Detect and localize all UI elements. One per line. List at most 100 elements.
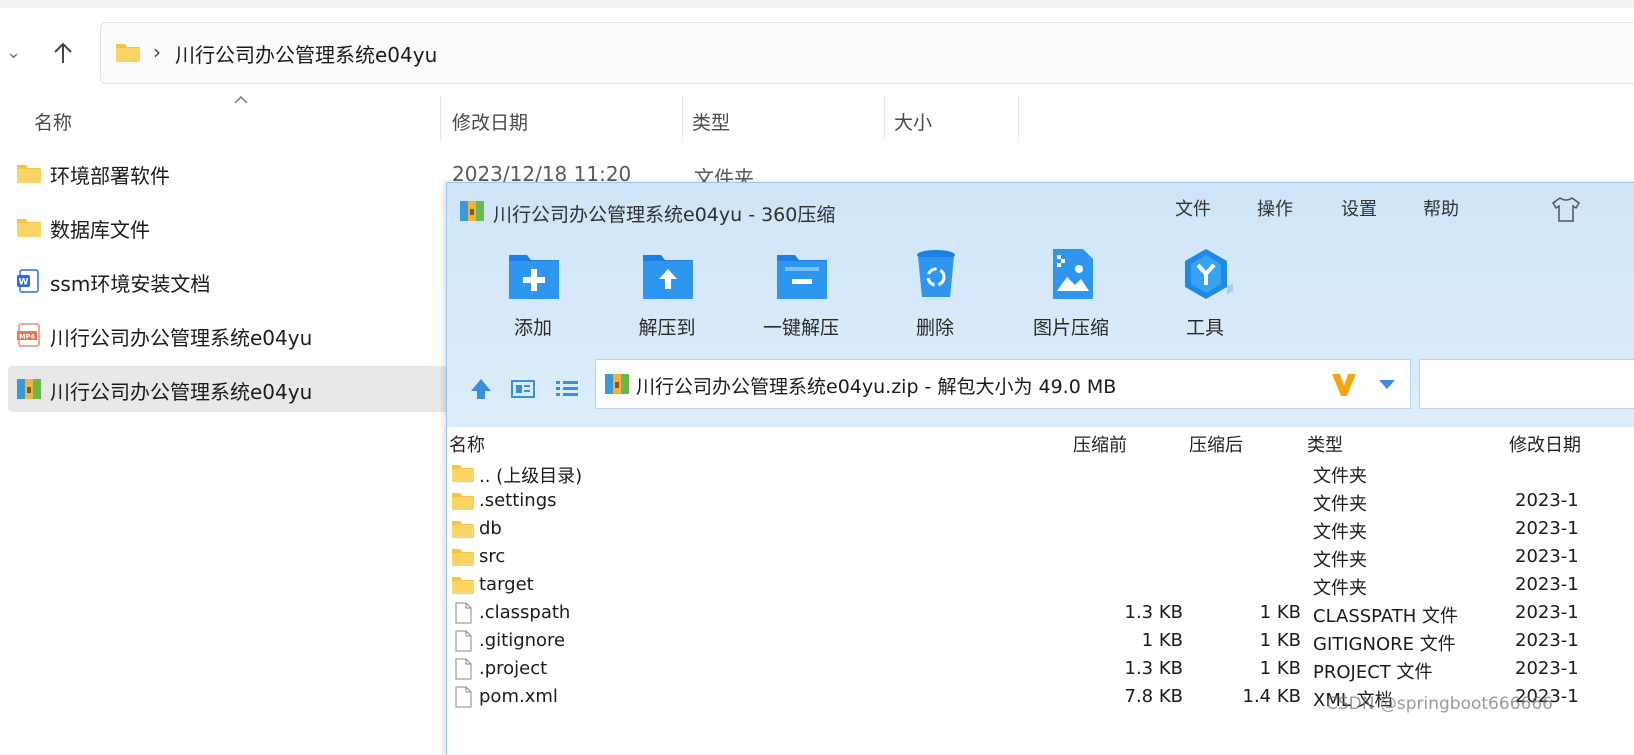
svg-text:MP4: MP4: [19, 333, 35, 341]
archive-item-type: 文件夹: [1313, 550, 1367, 571]
one-click-extract-button[interactable]: 一键解压: [741, 247, 861, 341]
archive-item-modified: 2023-1: [1515, 518, 1579, 539]
tools-button[interactable]: 工具: [1145, 247, 1265, 341]
thumbnail-view-icon[interactable]: [509, 375, 537, 403]
column-header-after[interactable]: 压缩后: [1189, 431, 1243, 457]
column-divider[interactable]: [440, 96, 441, 142]
archive-item-modified: 2023-1: [1515, 574, 1579, 595]
image-compress-button[interactable]: 图片压缩: [1011, 247, 1131, 341]
title-strip: [0, 0, 1634, 8]
zip-header: 川行公司办公管理系统e04yu - 360压缩 文件 操作 设置 帮助 添加 解…: [447, 183, 1634, 427]
archive-item-modified: 2023-1: [1515, 602, 1579, 623]
archive-row[interactable]: target 文件夹 2023-1: [447, 572, 1634, 600]
zip-archive-icon: [17, 379, 41, 399]
folder-icon: [17, 165, 41, 183]
archive-row[interactable]: .gitignore 1 KB 1 KB GITIGNORE 文件 2023-1: [447, 628, 1634, 656]
archive-item-type: GITIGNORE 文件: [1313, 634, 1456, 655]
archive-item-name: db: [479, 518, 502, 539]
breadcrumb[interactable]: 川行公司办公管理系统e04yu: [175, 39, 437, 68]
folder-icon: [451, 518, 475, 540]
up-arrow-icon[interactable]: [50, 40, 76, 66]
delete-label: 删除: [915, 317, 954, 339]
archive-item-type: 文件夹: [1313, 578, 1367, 599]
column-divider[interactable]: [884, 96, 885, 142]
tools-icon: [1185, 249, 1233, 299]
zip-archive-icon: [460, 201, 484, 221]
column-header-name[interactable]: 名称: [34, 108, 72, 135]
archive-item-type: 文件夹: [1313, 466, 1367, 487]
archive-item-type: PROJECT 文件: [1313, 662, 1433, 683]
path-bar: 川行公司办公管理系统e04yu.zip - 解包大小为 49.0 MB: [447, 359, 1634, 423]
delete-button[interactable]: 删除: [875, 247, 995, 341]
archive-row[interactable]: .settings 文件夹 2023-1: [447, 488, 1634, 516]
menu-help[interactable]: 帮助: [1423, 195, 1459, 221]
column-divider[interactable]: [1018, 96, 1019, 142]
sort-ascending-icon: [234, 96, 248, 104]
archive-item-modified: 2023-1: [1515, 658, 1579, 679]
file-name: 川行公司办公管理系统e04yu: [50, 326, 313, 350]
folder-icon: [17, 219, 41, 237]
up-level-icon[interactable]: [467, 375, 495, 403]
folder-icon: [451, 490, 475, 512]
file-icon: [451, 630, 475, 652]
folder-icon: [451, 546, 475, 568]
add-button[interactable]: 添加: [473, 247, 593, 341]
column-header-before[interactable]: 压缩前: [1073, 431, 1127, 457]
archive-row[interactable]: src 文件夹 2023-1: [447, 544, 1634, 572]
archive-row[interactable]: .. (上级目录) 文件夹: [447, 460, 1634, 488]
archive-item-size-before: 1.3 KB: [1124, 602, 1184, 623]
address-bar[interactable]: › 川行公司办公管理系统e04yu: [100, 22, 1634, 84]
column-header-size[interactable]: 大小: [894, 108, 932, 135]
file-name: 数据库文件: [50, 218, 150, 242]
delete-icon: [917, 250, 955, 297]
column-divider[interactable]: [682, 96, 683, 142]
file-row-selected[interactable]: 川行公司办公管理系统e04yu: [8, 366, 452, 412]
chevron-down-icon[interactable]: ⌄: [6, 42, 26, 63]
image-compress-label: 图片压缩: [1032, 317, 1109, 339]
extract-to-label: 解压到: [638, 317, 696, 339]
archive-item-name: src: [479, 546, 506, 567]
folder-icon: [451, 462, 475, 484]
column-header-name[interactable]: 名称: [449, 431, 485, 457]
column-header-type[interactable]: 类型: [1307, 431, 1343, 457]
breadcrumb-separator: ›: [153, 40, 161, 64]
column-header-modified[interactable]: 修改日期: [1509, 431, 1581, 457]
file-row[interactable]: W ssm环境安装文档: [8, 258, 452, 304]
column-header-modified[interactable]: 修改日期: [452, 108, 528, 135]
file-row[interactable]: 数据库文件: [8, 204, 452, 250]
menu-settings[interactable]: 设置: [1341, 195, 1377, 221]
list-view-icon[interactable]: [553, 375, 581, 403]
menu-file[interactable]: 文件: [1175, 195, 1211, 221]
zip-window: 川行公司办公管理系统e04yu - 360压缩 文件 操作 设置 帮助 添加 解…: [446, 182, 1634, 755]
archive-path-text: 川行公司办公管理系统e04yu.zip - 解包大小为 49.0 MB: [636, 376, 1117, 398]
archive-item-size-after: 1 KB: [1259, 630, 1301, 651]
search-field[interactable]: [1419, 359, 1634, 409]
file-row[interactable]: 环境部署软件: [8, 150, 452, 196]
zip-archive-icon: [605, 374, 629, 394]
file-icon: [451, 658, 475, 680]
archive-item-type: 文件夹: [1313, 522, 1367, 543]
archive-row[interactable]: db 文件夹 2023-1: [447, 516, 1634, 544]
extract-to-button[interactable]: 解压到: [607, 247, 727, 341]
archive-row[interactable]: .project 1.3 KB 1 KB PROJECT 文件 2023-1: [447, 656, 1634, 684]
dropdown-arrow-icon[interactable]: [1378, 378, 1396, 390]
file-row[interactable]: MP4 川行公司办公管理系统e04yu: [8, 312, 452, 358]
column-header-type[interactable]: 类型: [692, 108, 730, 135]
skin-icon[interactable]: [1551, 195, 1581, 223]
archive-item-size-before: 1.3 KB: [1124, 658, 1184, 679]
tools-label: 工具: [1185, 317, 1224, 339]
image-compress-icon: [1053, 249, 1093, 299]
archive-item-size-after: 1.4 KB: [1242, 686, 1302, 707]
watermark: CSDN @springboot666666: [1326, 694, 1553, 714]
archive-row[interactable]: .classpath 1.3 KB 1 KB CLASSPATH 文件 2023-1: [447, 600, 1634, 628]
explorer-toolbar: ⌄ › 川行公司办公管理系统e04yu: [0, 0, 1634, 96]
word-doc-icon: W: [17, 269, 39, 293]
menu-operate[interactable]: 操作: [1257, 195, 1293, 221]
archive-item-modified: 2023-1: [1515, 546, 1579, 567]
archive-path-field[interactable]: 川行公司办公管理系统e04yu.zip - 解包大小为 49.0 MB: [595, 359, 1411, 409]
extract-to-icon: [643, 255, 693, 299]
mp4-file-icon: MP4: [17, 323, 40, 347]
add-icon: [509, 255, 559, 299]
archive-item-size-after: 1 KB: [1259, 602, 1301, 623]
v-logo-icon[interactable]: [1330, 372, 1358, 398]
